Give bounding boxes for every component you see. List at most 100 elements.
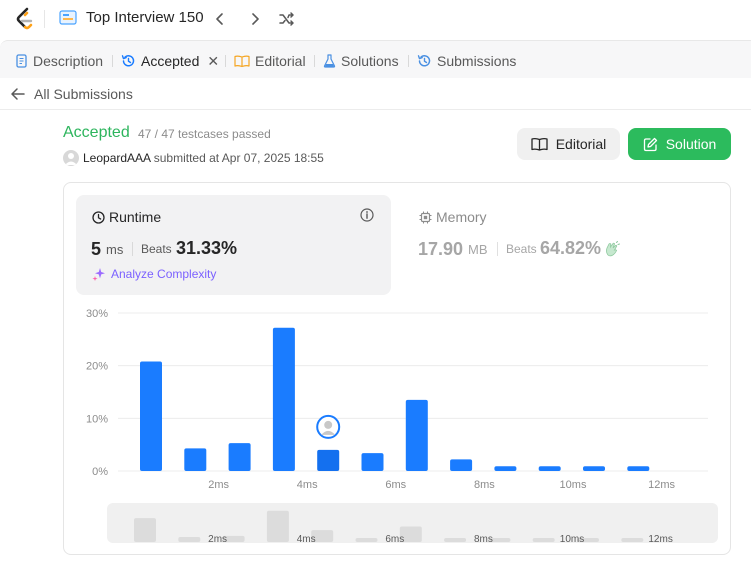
shuffle-icon	[279, 12, 294, 26]
tab-divider	[408, 55, 409, 67]
topbar-divider	[44, 10, 45, 28]
tab-solutions[interactable]: Solutions	[323, 51, 399, 71]
tab-divider	[225, 55, 226, 67]
y-tick-label: 30%	[86, 308, 108, 320]
tab-submissions-label: Submissions	[437, 53, 517, 69]
chip-icon	[419, 211, 432, 223]
editorial-button[interactable]: Editorial	[517, 128, 620, 160]
runtime-title-label: Runtime	[109, 209, 162, 225]
x-tick-label: 6ms	[385, 479, 406, 491]
tab-solutions-label: Solutions	[341, 53, 399, 69]
username-link[interactable]: LeopardAAA	[83, 151, 150, 165]
top-bar: Top Interview 150	[0, 0, 751, 38]
x-tick-label: 2ms	[208, 479, 229, 491]
x-tick-label: 10ms	[560, 479, 587, 491]
memory-tab[interactable]: Memory	[419, 209, 487, 225]
overview-bar	[355, 538, 378, 542]
solution-button[interactable]: Solution	[628, 128, 731, 160]
chart-bar[interactable]	[361, 453, 384, 471]
next-problem-button[interactable]	[244, 8, 266, 30]
submission-status: Accepted	[63, 124, 130, 141]
info-icon[interactable]	[360, 208, 374, 222]
overview-tick-label: 12ms	[648, 534, 672, 545]
tab-divider	[314, 55, 315, 67]
chart-bar[interactable]	[583, 466, 605, 471]
runtime-divider	[132, 242, 133, 256]
study-plan-icon	[59, 10, 77, 25]
overview-bar	[444, 538, 467, 542]
chart-bar[interactable]	[627, 466, 650, 471]
close-tab-icon[interactable]: ✕	[207, 53, 219, 70]
clock-icon	[92, 210, 105, 224]
overview-tick-label: 8ms	[474, 534, 493, 545]
tab-editorial-label: Editorial	[255, 53, 306, 69]
clap-icon	[606, 241, 620, 257]
problem-list-title[interactable]: Top Interview 150	[86, 9, 204, 26]
memory-beats-value: 64.82%	[540, 238, 602, 258]
overview-bar	[532, 538, 555, 542]
tab-description-label: Description	[33, 53, 104, 69]
memory-beats-label: Beats	[506, 242, 537, 256]
edit-icon	[643, 137, 657, 151]
memory-unit: MB	[468, 242, 488, 257]
chart-bar[interactable]	[272, 327, 295, 471]
chart-bar[interactable]	[228, 443, 251, 471]
runtime-beats-label: Beats	[141, 242, 172, 256]
editorial-button-label: Editorial	[555, 136, 607, 152]
runtime-distribution-chart: 0% 10% 20% 30% 2ms 4ms 6ms 8ms 10ms 12ms 2ms 4ms 6ms…	[86, 308, 718, 545]
chart-bar[interactable]	[317, 449, 340, 471]
runtime-beats-value: 31.33%	[176, 238, 238, 258]
user-icon	[65, 153, 77, 165]
runtime-value: 5	[91, 239, 102, 259]
analyze-complexity-label: Analyze Complexity	[111, 267, 217, 281]
chevron-right-icon	[252, 13, 259, 25]
history-icon	[121, 55, 135, 67]
tab-submissions[interactable]: Submissions	[417, 51, 516, 71]
tab-accepted[interactable]: Accepted ✕	[121, 51, 219, 71]
chart-bar[interactable]	[140, 361, 162, 471]
runtime-unit: ms	[106, 242, 124, 257]
overview-bar	[134, 518, 156, 542]
overview-tick-label: 10ms	[560, 534, 584, 545]
tab-accepted-label: Accepted	[141, 53, 200, 69]
prev-problem-button[interactable]	[209, 8, 231, 30]
sparkle-icon	[92, 268, 105, 281]
flask-icon	[323, 54, 336, 68]
overview-tick-label: 2ms	[208, 534, 227, 545]
memory-title-label: Memory	[436, 209, 487, 225]
overview-tick-label: 4ms	[297, 534, 316, 545]
tab-bar: Description Accepted ✕ Editorial Solutio…	[0, 40, 751, 78]
overview-bar	[266, 510, 289, 542]
leetcode-logo-icon[interactable]	[14, 7, 36, 31]
y-tick-label: 0%	[92, 466, 108, 478]
y-tick-label: 10%	[86, 413, 108, 425]
chart-bar[interactable]	[184, 448, 207, 471]
memory-value: 17.90	[418, 239, 464, 259]
chart-bar[interactable]	[450, 459, 473, 471]
tab-editorial[interactable]: Editorial	[234, 51, 306, 71]
solution-button-label: Solution	[665, 136, 717, 152]
x-tick-label: 4ms	[297, 479, 318, 491]
back-row: All Submissions	[0, 78, 751, 110]
overview-bar	[621, 538, 644, 542]
submitted-by-line: LeopardAAA submitted at Apr 07, 2025 18:…	[83, 151, 324, 165]
testcases-passed: 47 / 47 testcases passed	[138, 127, 271, 141]
tab-description[interactable]: Description	[15, 51, 103, 71]
analyze-complexity-button[interactable]: Analyze Complexity	[92, 267, 216, 281]
submitted-at: submitted at Apr 07, 2025 18:55	[153, 151, 324, 165]
history-icon	[417, 55, 431, 67]
chart-bar[interactable]	[494, 466, 517, 471]
arrow-left-icon[interactable]	[10, 86, 26, 102]
random-problem-button[interactable]	[276, 8, 298, 30]
avatar[interactable]	[63, 150, 79, 166]
document-icon	[16, 54, 27, 68]
overview-tick-label: 6ms	[385, 534, 404, 545]
memory-divider	[497, 242, 498, 256]
chart-bar[interactable]	[405, 399, 428, 471]
y-tick-label: 20%	[86, 361, 108, 373]
avatar-head-icon	[324, 420, 333, 429]
chart-bar[interactable]	[538, 466, 561, 471]
book-icon	[234, 55, 250, 68]
all-submissions-link[interactable]: All Submissions	[34, 86, 133, 102]
chevron-left-icon	[216, 13, 223, 25]
